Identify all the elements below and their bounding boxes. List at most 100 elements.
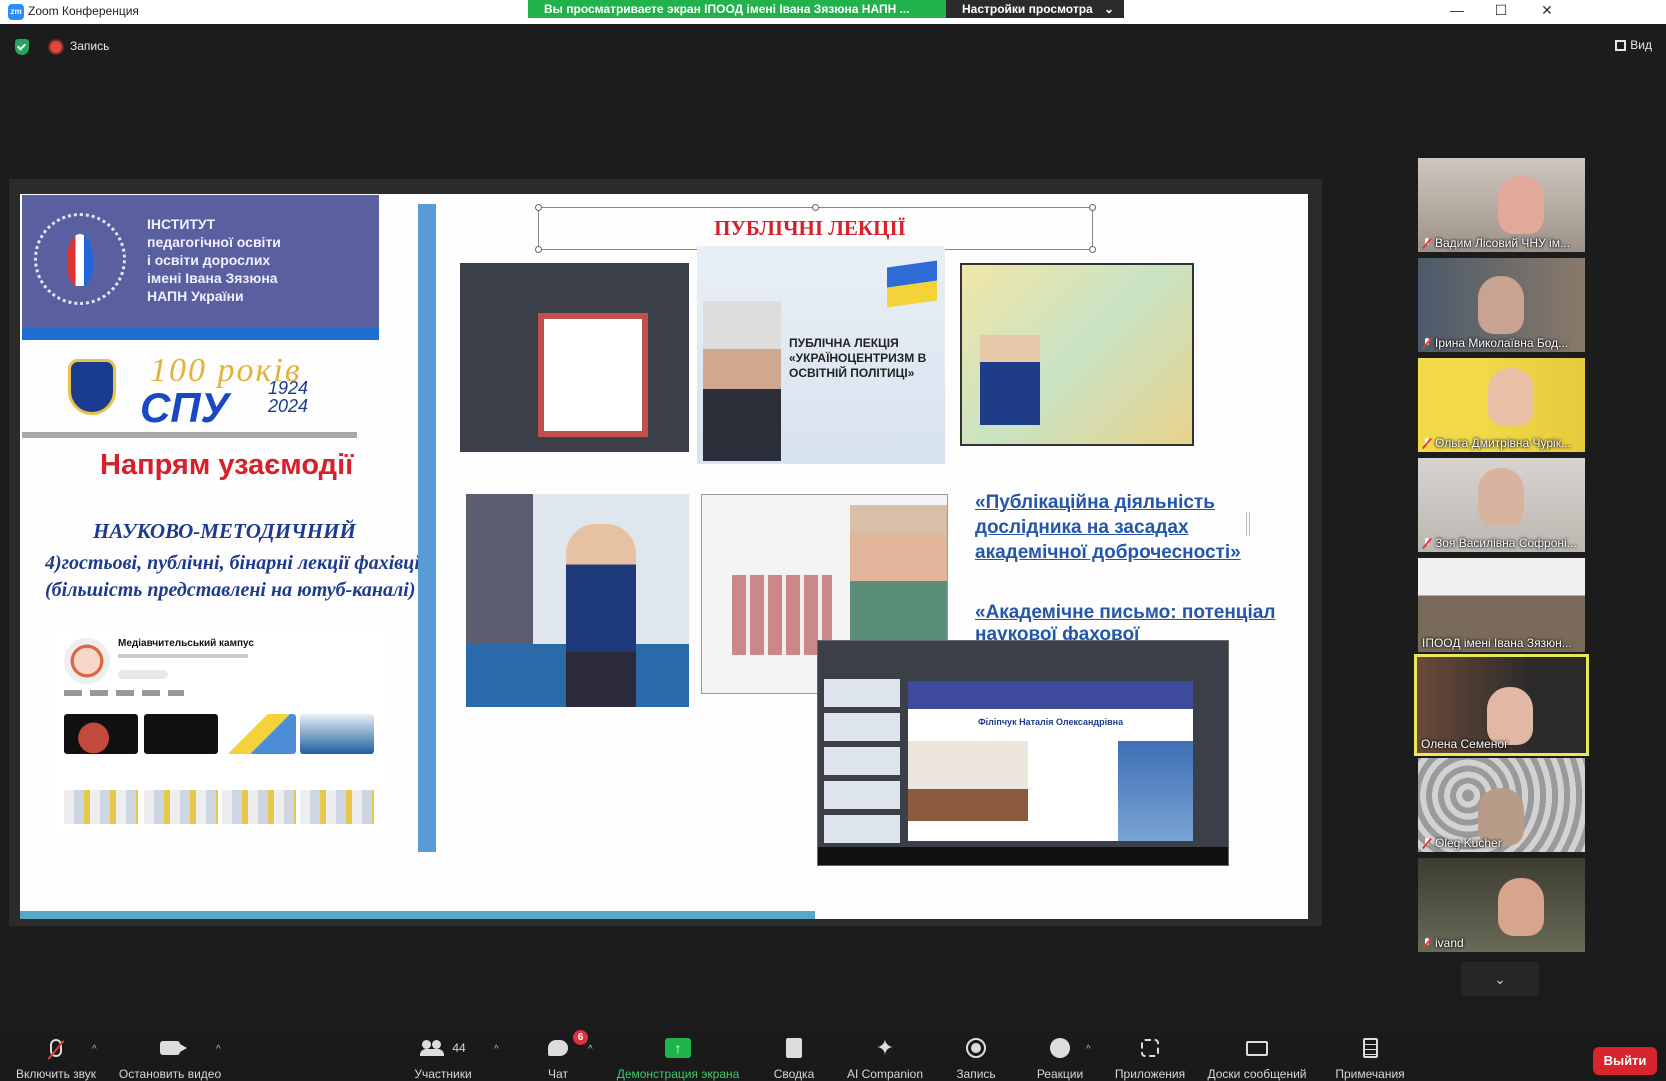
player-controls <box>818 847 1228 865</box>
close-icon[interactable]: ✕ <box>1537 2 1557 19</box>
share-banner: Вы просматриваете экран ІПООД імені Іван… <box>528 0 1124 18</box>
title-bar: zm Zoom Конференция Вы просматриваете эк… <box>0 0 1666 24</box>
meeting-top-bar <box>0 24 1666 68</box>
video-thumbnail <box>144 790 218 824</box>
participants-options-caret[interactable]: ^ <box>494 1044 499 1055</box>
scroll-down-button[interactable]: ⌄ <box>1461 962 1539 996</box>
video-button[interactable]: Остановить видео <box>116 1036 224 1081</box>
lecture-link-integrity[interactable]: «Публікаційна діяльність дослідника на з… <box>975 490 1285 565</box>
viewing-screen-label: Вы просматриваете экран ІПООД імені Іван… <box>528 0 946 18</box>
participant-tile-active[interactable]: Олена Семеног <box>1414 654 1589 756</box>
view-options-button[interactable]: Настройки просмотра ⌄ <box>946 0 1124 18</box>
chat-button[interactable]: 6 Чат <box>538 1030 588 1081</box>
chevron-down-icon: ⌄ <box>1494 971 1506 987</box>
reactions-options-caret[interactable]: ^ <box>1086 1044 1091 1055</box>
mic-options-caret[interactable]: ^ <box>92 1044 97 1055</box>
banner-strip <box>22 328 379 340</box>
apps-button[interactable]: Приложения <box>1108 1036 1192 1081</box>
ai-companion-button[interactable]: ✦ AI Companion <box>842 1036 928 1081</box>
channel-avatar <box>64 638 110 684</box>
participants-button[interactable]: 44 Участники <box>406 1036 480 1081</box>
record-label: Запись <box>956 1067 996 1081</box>
reactions-icon <box>1050 1038 1070 1058</box>
participant-tile[interactable]: Ірина Миколаївна Бод... <box>1418 258 1585 352</box>
summary-button[interactable]: Сводка <box>768 1036 820 1081</box>
participant-name: Вадим Лісовий ЧНУ ім... <box>1435 236 1570 250</box>
participant-tile[interactable]: Ольга Дмитрівна Чурік... <box>1418 358 1585 452</box>
split-resize-handle[interactable] <box>1246 512 1250 536</box>
lecture-link-writing[interactable]: «Академічне письмо: потенціал наукової ф… <box>975 602 1285 644</box>
participant-tile[interactable]: ІПООД імені Івана Зязюн... <box>1418 558 1585 652</box>
video-player-screenshot: Філіпчук Наталія Олександрівна <box>817 640 1229 866</box>
speaker-portrait <box>703 301 781 461</box>
zoom-logo-icon: zm <box>8 4 24 20</box>
ai-companion-label: AI Companion <box>846 1067 924 1081</box>
chat-label: Чат <box>548 1067 568 1081</box>
mic-button[interactable]: Включить звук <box>10 1036 102 1081</box>
method-text: 4)гостьові, публічні, бінарні лекції фах… <box>45 552 429 601</box>
lectures-title: ПУБЛІЧНІ ЛЕКЦІЇ <box>714 216 906 240</box>
video-thumbnail <box>222 714 296 754</box>
participant-tile[interactable]: ivand <box>1418 858 1585 952</box>
video-thumbnail <box>300 790 374 824</box>
record-button[interactable]: Запись <box>950 1036 1002 1081</box>
reactions-label: Реакции <box>1036 1067 1084 1081</box>
summary-icon <box>786 1038 802 1058</box>
participants-label: Участники <box>414 1067 472 1081</box>
institute-banner: ІНСТИТУТ педагогічної освіти і освіти до… <box>22 195 379 340</box>
participant-name: ivand <box>1435 936 1464 950</box>
apps-label: Приложения <box>1114 1067 1186 1081</box>
channel-meta <box>118 654 248 658</box>
camera-icon <box>160 1041 187 1055</box>
video-thumbnail <box>222 790 296 824</box>
youtube-channel-screenshot: Медіавчительський кампус <box>56 632 386 832</box>
notes-label: Примечания <box>1335 1067 1405 1081</box>
lecture-poster: ПУБЛІЧНА ЛЕКЦІЯ «УКРАЇНОЦЕНТРИЗМ В ОСВІТ… <box>697 246 945 464</box>
spu-crest-icon <box>68 359 116 415</box>
video-options-caret[interactable]: ^ <box>216 1044 221 1055</box>
maximize-icon[interactable]: ☐ <box>1491 2 1511 19</box>
participant-name: Олена Семеног <box>1421 737 1509 751</box>
notes-button[interactable]: Примечания <box>1328 1036 1412 1081</box>
mic-off-icon <box>1422 237 1432 249</box>
direction-title: Напрям узаємодії <box>100 449 354 481</box>
summary-label: Сводка <box>773 1067 815 1081</box>
ukraine-flag-icon <box>887 260 937 308</box>
slide-accent-bar <box>418 204 436 852</box>
anniversary-years: 1924 2024 <box>268 378 309 416</box>
share-screen-button[interactable]: ↑ Демонстрация экрана <box>612 1036 744 1081</box>
view-button[interactable]: Вид <box>1615 38 1652 52</box>
participants-count: 44 <box>452 1041 466 1055</box>
mic-label: Включить звук <box>15 1067 97 1081</box>
resize-handle <box>535 204 542 211</box>
mic-off-icon <box>1422 937 1432 949</box>
lecture-screenshot <box>460 263 689 452</box>
participant-tile[interactable]: Oleg Kucher <box>1418 758 1585 852</box>
participant-name: Ірина Миколаївна Бод... <box>1435 336 1569 350</box>
lecture-announcement <box>960 263 1194 446</box>
poster-title: ПУБЛІЧНА ЛЕКЦІЯ «УКРАЇНОЦЕНТРИЗМ В ОСВІТ… <box>789 336 927 380</box>
method-title: НАУКОВО-МЕТОДИЧНИЙ <box>93 519 356 543</box>
channel-name: Медіавчительський кампус <box>118 638 254 649</box>
participant-tile[interactable]: Вадим Лісовий ЧНУ ім... <box>1418 158 1585 252</box>
mic-off-icon <box>1422 537 1432 549</box>
reactions-button[interactable]: Реакции <box>1030 1036 1090 1081</box>
chat-options-caret[interactable]: ^ <box>588 1044 593 1055</box>
chat-icon <box>548 1040 568 1056</box>
divider <box>22 432 357 438</box>
chat-badge: 6 <box>573 1030 588 1045</box>
mic-off-icon <box>1422 337 1432 349</box>
slide-bottom-bar <box>20 911 815 919</box>
notes-icon <box>1362 1038 1378 1058</box>
leave-button[interactable]: Выйти <box>1593 1047 1657 1075</box>
grid-view-icon <box>1615 39 1627 51</box>
security-shield-icon[interactable] <box>15 39 29 55</box>
channel-tabs <box>64 690 184 696</box>
boards-label: Доски сообщений <box>1207 1067 1307 1081</box>
mic-off-icon <box>1422 437 1432 449</box>
minimize-icon[interactable]: — <box>1447 2 1467 18</box>
video-thumbnail <box>144 714 218 754</box>
participants-icon <box>420 1040 445 1056</box>
boards-button[interactable]: Доски сообщений <box>1202 1036 1312 1081</box>
participant-tile[interactable]: Зоя Василівна Софроні... <box>1418 458 1585 552</box>
